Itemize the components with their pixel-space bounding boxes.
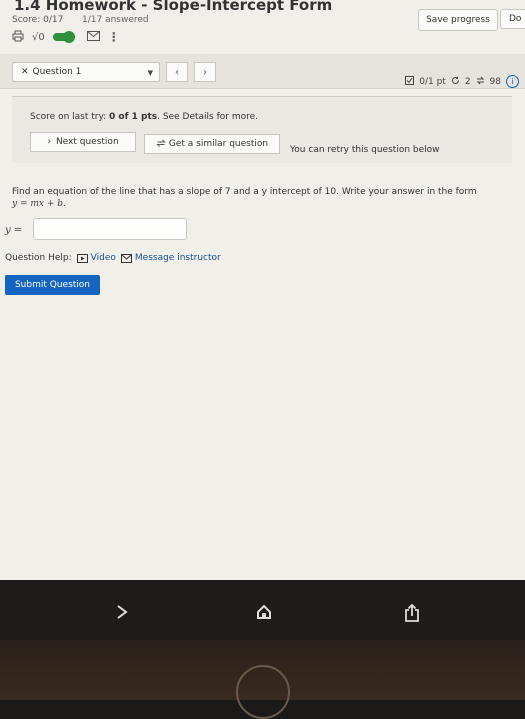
video-icon — [76, 253, 88, 263]
video-link[interactable]: Video — [76, 253, 116, 263]
similar-question-label: Get a similar question — [168, 139, 269, 149]
chevron-down-icon: ▼ — [147, 69, 153, 77]
math-toggle-label: √0 — [32, 31, 45, 43]
refresh-icon — [156, 138, 166, 151]
previous-question-button[interactable]: ‹ — [166, 62, 188, 82]
last-try-points: 0 of 1 pts — [109, 112, 158, 122]
message-instructor-label: Message instructor — [134, 253, 221, 263]
retry-notice: Score on last try: 0 of 1 pts. See Detai… — [12, 96, 512, 163]
attempts-icon — [476, 76, 485, 88]
share-icon[interactable] — [404, 603, 420, 626]
retry-message: You can retry this question below — [290, 145, 440, 155]
home-icon[interactable] — [256, 604, 272, 624]
question-select-value: Question 1 — [32, 67, 82, 77]
more-menu-icon[interactable]: ⋮ — [108, 30, 120, 44]
retry-icon — [451, 76, 460, 88]
chevron-right-icon: › — [203, 66, 207, 78]
browser-screen: 1.4 Homework - Slope-Intercept Form Scor… — [0, 0, 525, 580]
last-try-suffix: . See Details for more. — [157, 112, 258, 122]
home-button-icon[interactable] — [236, 665, 290, 719]
similar-question-button[interactable]: Get a similar question — [144, 134, 280, 154]
forward-icon[interactable] — [116, 604, 128, 623]
video-label: Video — [90, 253, 116, 263]
info-icon[interactable]: i — [506, 75, 519, 88]
answer-form: y = mx + b. — [12, 199, 66, 209]
score-text: Score: 0/17 — [12, 15, 64, 25]
points-text: 0/1 pt — [419, 76, 446, 87]
answer-label: y = — [5, 225, 23, 236]
question-help-label: Question Help: — [5, 253, 72, 263]
attempts-count: 98 — [489, 76, 501, 87]
close-icon: ✕ — [21, 67, 29, 77]
last-try-score: Score on last try: 0 of 1 pts. See Detai… — [30, 112, 258, 122]
mail-icon[interactable] — [86, 30, 100, 44]
question-prompt: Find an equation of the line that has a … — [12, 186, 517, 210]
question-info: 0/1 pt 2 98 i — [405, 75, 519, 88]
chevron-right-icon: › — [47, 137, 51, 147]
message-instructor-link[interactable]: Message instructor — [120, 253, 221, 263]
toolbar: √0 ⋮ — [12, 29, 120, 45]
last-try-prefix: Score on last try: — [30, 112, 110, 122]
question-help: Question Help: Video Message instructor — [5, 253, 221, 263]
page-title: 1.4 Homework - Slope-Intercept Form — [14, 0, 333, 14]
retries-count: 2 — [464, 76, 471, 87]
answer-input[interactable] — [33, 218, 187, 240]
print-icon[interactable] — [12, 30, 24, 45]
chevron-left-icon: ‹ — [175, 66, 179, 78]
system-nav-bar — [0, 580, 525, 640]
next-question-arrow-button[interactable]: › — [194, 62, 216, 82]
save-progress-button[interactable]: Save progress — [418, 9, 498, 31]
question-text: Find an equation of the line that has a … — [12, 187, 477, 197]
next-question-button[interactable]: › Next question — [30, 132, 136, 152]
done-button[interactable]: Do — [500, 9, 525, 29]
next-question-label: Next question — [55, 137, 119, 147]
submit-question-button[interactable]: Submit Question — [5, 275, 100, 295]
question-select[interactable]: ✕ Question 1 ▼ — [12, 62, 160, 82]
points-icon — [405, 75, 415, 88]
mail-icon — [120, 253, 132, 263]
answered-count: 1/17 answered — [82, 15, 149, 25]
math-toggle-switch[interactable] — [52, 31, 75, 43]
question-bar: ✕ Question 1 ▼ ‹ › 0/1 pt 2 98 i — [0, 54, 525, 89]
